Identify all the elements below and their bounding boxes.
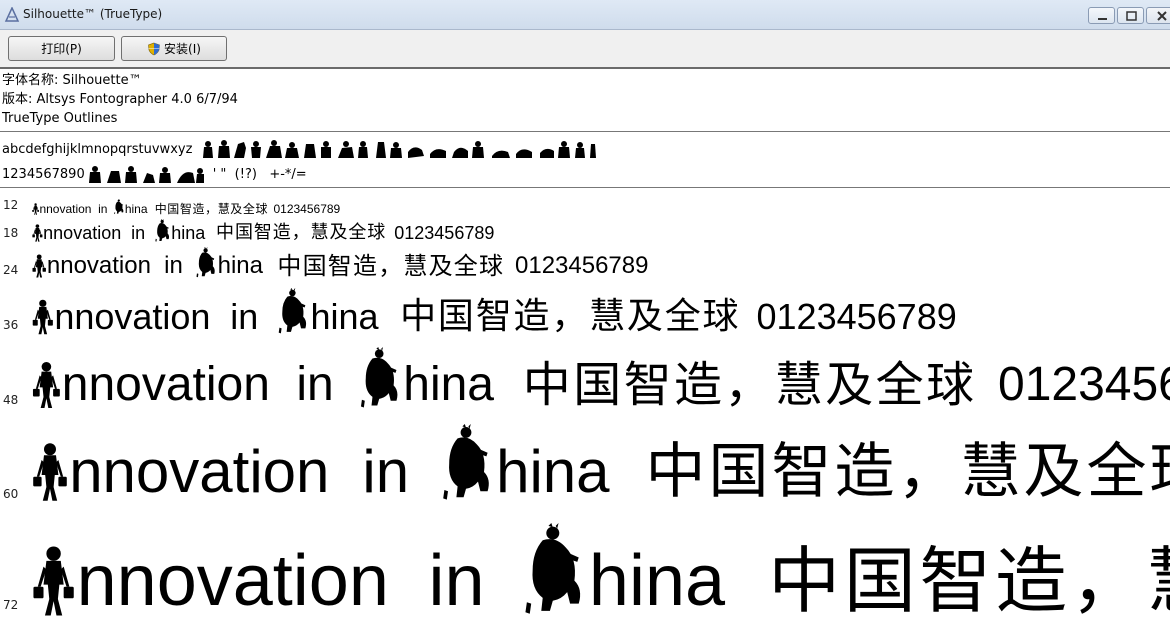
sample-word: hina [124,202,148,216]
silhouette-glyph-strip-uppercase [203,140,597,158]
sample-word: hina [310,296,379,337]
sample-row: 72 nnovationinhina中国智造，慧及全球0123456789 [0,511,1170,626]
sample-word: hina [171,223,206,243]
sample-row: 48 nnovation in hina 中国智造，慧及全球 0123456789 [0,340,1170,415]
sample-size-label: 24 [3,263,19,277]
print-button-label: 打印(P) [41,42,82,56]
sample-size-label: 48 [3,393,19,407]
font-name: 字体名称: Silhouette™ [2,73,142,88]
sample-word: in [362,438,410,505]
charset-digits-row: 1234567890 ' " (!?) +-*/= [2,163,307,185]
sample-cjk: 中国智造，慧及全球 [400,296,741,337]
install-button-label: 安装(I) [164,42,201,56]
sample-size-label: 36 [3,318,19,332]
sample-cjk: 中国智造，慧及全球 [645,437,1170,507]
silhouette-figure-icon [32,203,39,215]
sample-word: in [164,252,183,279]
silhouette-creature-icon [196,246,215,278]
sample-text: nnovation in hina 中国智造，慧及全球 0123456789 [32,196,340,215]
charset-symbols: ' " (!?) +-*/= [212,166,307,182]
sample-text: nnovation in hina 中国智造，慧及全球 0123456789 [32,216,494,242]
sample-word: in [98,202,108,216]
sample-word: nnovation [61,358,270,411]
sample-text: nnovation in hina 中国智造，慧及全球 0123456789 [32,283,957,335]
divider [0,187,1170,188]
print-button[interactable]: 打印(P) [8,36,115,61]
charset-lowercase: abcdefghijklmnopqrstuvwxyz [2,141,193,157]
sample-digits: 0123456789 [756,296,957,337]
sample-word: nnovation [54,296,211,337]
sample-cjk: 中国智造，慧及全球 [154,202,269,216]
sample-row: 36 nnovation in hina 中国智造，慧及全球 0123456789 [0,283,1170,339]
sample-digits: 0123456789 [998,358,1170,411]
charset-lowercase-row: abcdefghijklmnopqrstuvwxyz [2,138,597,160]
sample-row: 12 nnovation in hina 中国智造，慧及全球 0123456789 [0,196,1170,216]
silhouette-figure-icon [32,224,43,242]
silhouette-creature-icon [114,199,124,215]
sample-text: nnovationinhina中国智造，慧及全球0123456789 [32,511,1170,617]
close-icon [1157,11,1167,21]
uac-shield-icon [148,42,160,55]
sample-digits: 0123456789 [394,223,495,243]
sample-digits: 0123456789 [273,202,341,216]
sample-row: 18 nnovation in hina 中国智造，慧及全球 0123456789 [0,216,1170,244]
silhouette-figure-icon [33,443,67,501]
sample-size-label: 12 [3,198,19,212]
sample-text: nnovation in hina 中国智造，慧及全球 0123456789 [32,245,648,278]
sample-word: hina [403,358,494,411]
maximize-button[interactable] [1117,7,1144,24]
sample-text: nnovationinhina中国智造，慧及全球0123456789 [32,340,1170,409]
title-bar: Silhouette™ (TrueType) [0,0,1170,30]
install-button[interactable]: 安装(I) [121,36,227,61]
font-version: 版本: Altsys Fontographer 4.0 6/7/94 [2,92,238,107]
silhouette-creature-icon [361,346,398,408]
maximize-icon [1126,11,1137,21]
sample-word: hina [217,252,263,279]
silhouette-figure-icon [32,299,53,335]
silhouette-figure-icon [32,254,46,278]
sample-digits: 0123456789 [515,252,649,279]
divider [0,131,1170,132]
sample-word: in [296,358,334,411]
sample-word: in [230,296,259,337]
minimize-icon [1098,18,1107,20]
sample-row: 24 nnovation in hina 中国智造，慧及全球 0123456789 [0,245,1170,281]
sample-size-label: 18 [3,226,19,240]
charset-digits: 1234567890 [2,166,85,182]
silhouette-creature-icon [278,288,307,334]
window-title: Silhouette™ (TrueType) [23,7,163,21]
silhouette-creature-icon [155,218,170,242]
close-button[interactable] [1146,7,1170,24]
toolbar: 打印(P) 安装(I) [0,30,1170,69]
silhouette-figure-icon [32,361,60,409]
sample-row: 60nnovationinhina中国智造，慧及全球0123456789 [0,417,1170,509]
silhouette-creature-icon [525,523,581,615]
sample-word: hina [588,541,726,621]
sample-cjk: 中国智造，慧及全球 [216,222,387,243]
minimize-button[interactable] [1088,7,1115,24]
silhouette-creature-icon [443,424,489,500]
sample-size-label: 60 [3,487,19,501]
sample-cjk: 中国智造，慧及全球 [522,357,977,413]
font-info: 字体名称: Silhouette™ 版本: Altsys Fontographe… [2,71,238,128]
sample-text: nnovationinhina中国智造，慧及全球0123456789 [32,417,1170,502]
sample-word: nnovation [69,438,330,505]
silhouette-glyph-strip-punctuation [88,166,204,183]
sample-word: nnovation [43,223,122,243]
silhouette-figure-icon [33,546,74,616]
font-viewer-icon [4,7,20,22]
sample-word: nnovation [46,252,151,279]
font-outline-type: TrueType Outlines [2,111,118,126]
sample-word: hina [496,438,610,505]
sample-word: nnovation [76,541,389,621]
sample-word: in [131,223,146,243]
sample-cjk: 中国智造，慧及全球 [277,252,505,280]
sample-word: in [428,541,485,621]
sample-word: nnovation [39,202,92,216]
sample-size-label: 72 [3,598,19,612]
sample-cjk: 中国智造，慧及全球 [768,539,1170,623]
